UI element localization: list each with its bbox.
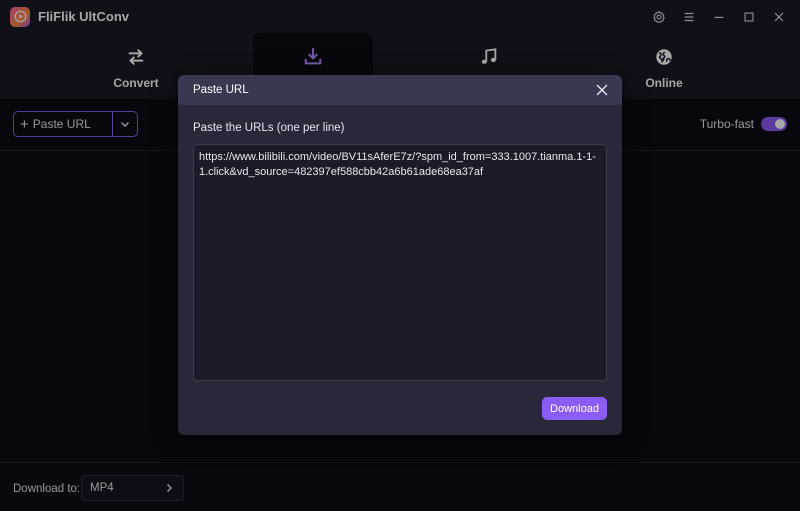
url-textarea[interactable]: https://www.bilibili.com/video/BV11sAfer… — [193, 144, 607, 381]
download-button[interactable]: Download — [542, 397, 607, 420]
dialog-subtitle: Paste the URLs (one per line) — [193, 122, 345, 134]
dialog-title: Paste URL — [193, 84, 249, 96]
paste-url-dialog: Paste URL Paste the URLs (one per line) … — [178, 75, 622, 435]
dialog-header: Paste URL — [178, 75, 622, 105]
close-icon[interactable] — [594, 82, 610, 98]
